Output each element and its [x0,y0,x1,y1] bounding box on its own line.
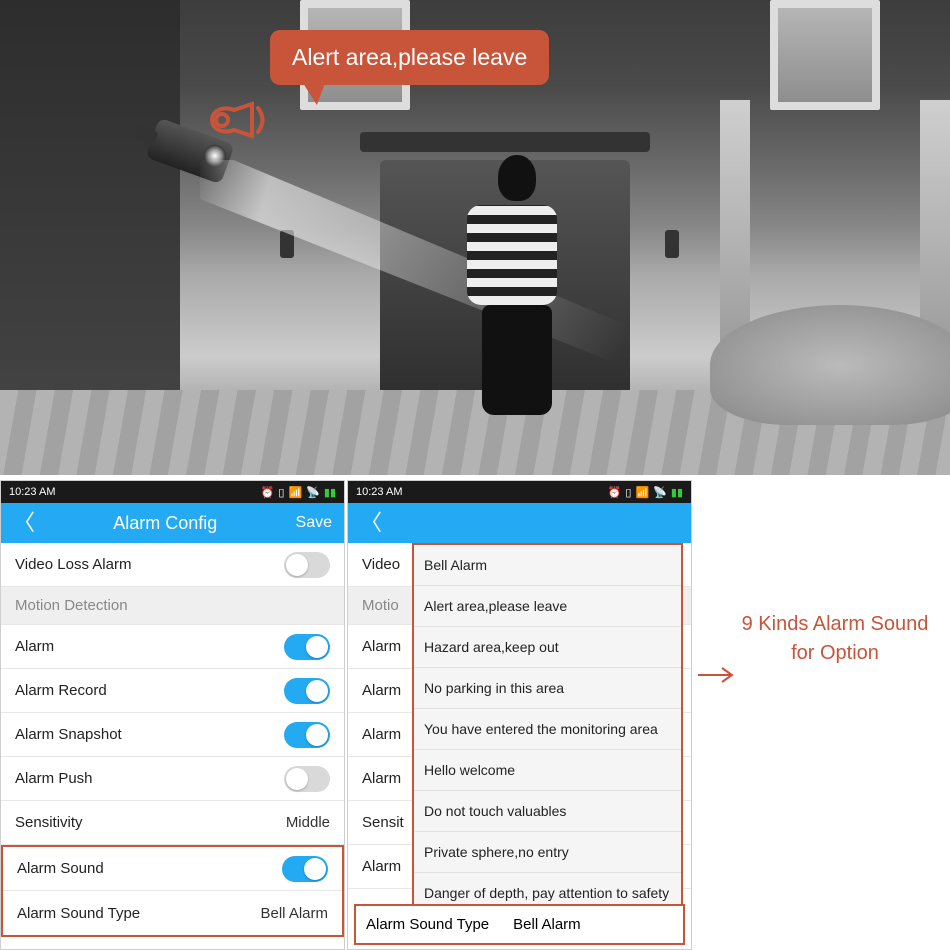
bg-label: Alarm [362,638,401,655]
row-alarm-sound[interactable]: Alarm Sound [3,847,342,891]
sound-options-menu: Bell Alarm Alert area,please leave Hazar… [412,543,683,915]
signal-icon: 📶 [288,486,302,499]
alarm-icon: ⏰ [261,486,275,499]
section-motion: Motion Detection [1,587,344,625]
value-sensitivity: Middle [286,814,330,831]
speaker-icon [204,96,268,157]
bottom-panels: 10:23 AM ⏰ ▯ 📶 📡 ▮▮ 〈 Alarm Config Save … [0,477,950,950]
row-sensitivity[interactable]: Sensitivity Middle [1,801,344,845]
selected-sound-row[interactable]: Alarm Sound Type Bell Alarm [354,904,685,945]
row-alarm-push[interactable]: Alarm Push [1,757,344,801]
row-alarm-sound-type[interactable]: Alarm Sound Type Bell Alarm [3,891,342,935]
status-icons: ⏰ ▯ 📶 📡 ▮▮ [261,486,336,499]
battery-icon: ▮▮ [324,486,336,499]
status-bar: 10:23 AM ⏰ ▯ 📶 📡 ▮▮ [1,481,344,503]
bg-label: Alarm [362,858,401,875]
label-sensitivity: Sensitivity [15,814,83,831]
label-alarm-sound: Alarm Sound [17,860,104,877]
sim-icon: ▯ [278,486,284,499]
row-alarm-snapshot[interactable]: Alarm Snapshot [1,713,344,757]
bg-label: Alarm [362,682,401,699]
status-time: 10:23 AM [356,486,402,498]
toggle-alarm-sound[interactable] [282,856,328,882]
toggle-alarm[interactable] [284,634,330,660]
sound-option[interactable]: Hello welcome [414,750,681,791]
sound-option[interactable]: No parking in this area [414,668,681,709]
label-video-loss: Video Loss Alarm [15,556,131,573]
row-video-loss[interactable]: Video Loss Alarm [1,543,344,587]
sound-option[interactable]: Alert area,please leave [414,586,681,627]
settings-list: Video Loss Alarm Motion Detection Alarm … [1,543,344,949]
battery-icon: ▮▮ [671,486,683,499]
toggle-alarm-push[interactable] [284,766,330,792]
nav-bar: 〈 [348,503,691,543]
label-motion-section: Motion Detection [15,597,128,614]
sound-option[interactable]: Private sphere,no entry [414,832,681,873]
caption-line2: for Option [791,642,879,664]
wifi-icon: 📡 [653,486,667,499]
status-time: 10:23 AM [9,486,55,498]
toggle-alarm-record[interactable] [284,678,330,704]
label-alarm-snapshot: Alarm Snapshot [15,726,122,743]
bg-label: Alarm [362,726,401,743]
phone-panel-1: 10:23 AM ⏰ ▯ 📶 📡 ▮▮ 〈 Alarm Config Save … [0,480,345,950]
caption-line1: 9 Kinds Alarm Sound [742,613,929,635]
save-button[interactable]: Save [296,514,332,532]
label-alarm-push: Alarm Push [15,770,93,787]
bg-label: Sensit [362,814,404,831]
nav-bar: 〈 Alarm Config Save [1,503,344,543]
bg-label: Video [362,556,400,573]
speech-text: Alert area,please leave [292,44,527,70]
back-button[interactable]: 〈 [360,512,382,534]
speech-bubble: Alert area,please leave [270,30,549,85]
toggle-alarm-snapshot[interactable] [284,722,330,748]
caption-text: 9 Kinds Alarm Sound for Option [730,610,940,668]
signal-icon: 📶 [635,486,649,499]
value-alarm-sound-type: Bell Alarm [513,916,581,933]
arrow-icon [696,665,736,685]
status-bar: 10:23 AM ⏰ ▯ 📶 📡 ▮▮ [348,481,691,503]
intruder-figure [467,155,567,415]
label-alarm: Alarm [15,638,54,655]
alarm-sound-highlight: Alarm Sound Alarm Sound Type Bell Alarm [1,845,344,937]
sound-option[interactable]: You have entered the monitoring area [414,709,681,750]
row-alarm-record[interactable]: Alarm Record [1,669,344,713]
sound-option[interactable]: Hazard area,keep out [414,627,681,668]
phone-panel-2: 10:23 AM ⏰ ▯ 📶 📡 ▮▮ 〈 Video Motio Alarm … [347,480,692,950]
value-alarm-sound-type: Bell Alarm [260,905,328,922]
wifi-icon: 📡 [306,486,320,499]
row-alarm[interactable]: Alarm [1,625,344,669]
toggle-video-loss[interactable] [284,552,330,578]
bg-label: Motio [362,597,399,614]
label-alarm-sound-type: Alarm Sound Type [366,916,489,933]
label-alarm-sound-type: Alarm Sound Type [17,905,140,922]
status-icons: ⏰ ▯ 📶 📡 ▮▮ [608,486,683,499]
bg-label: Alarm [362,770,401,787]
back-button[interactable]: 〈 [13,512,35,534]
alarm-icon: ⏰ [608,486,622,499]
nav-title: Alarm Config [35,513,296,534]
sound-option[interactable]: Do not touch valuables [414,791,681,832]
sim-icon: ▯ [625,486,631,499]
sound-option[interactable]: Bell Alarm [414,545,681,586]
label-alarm-record: Alarm Record [15,682,107,699]
